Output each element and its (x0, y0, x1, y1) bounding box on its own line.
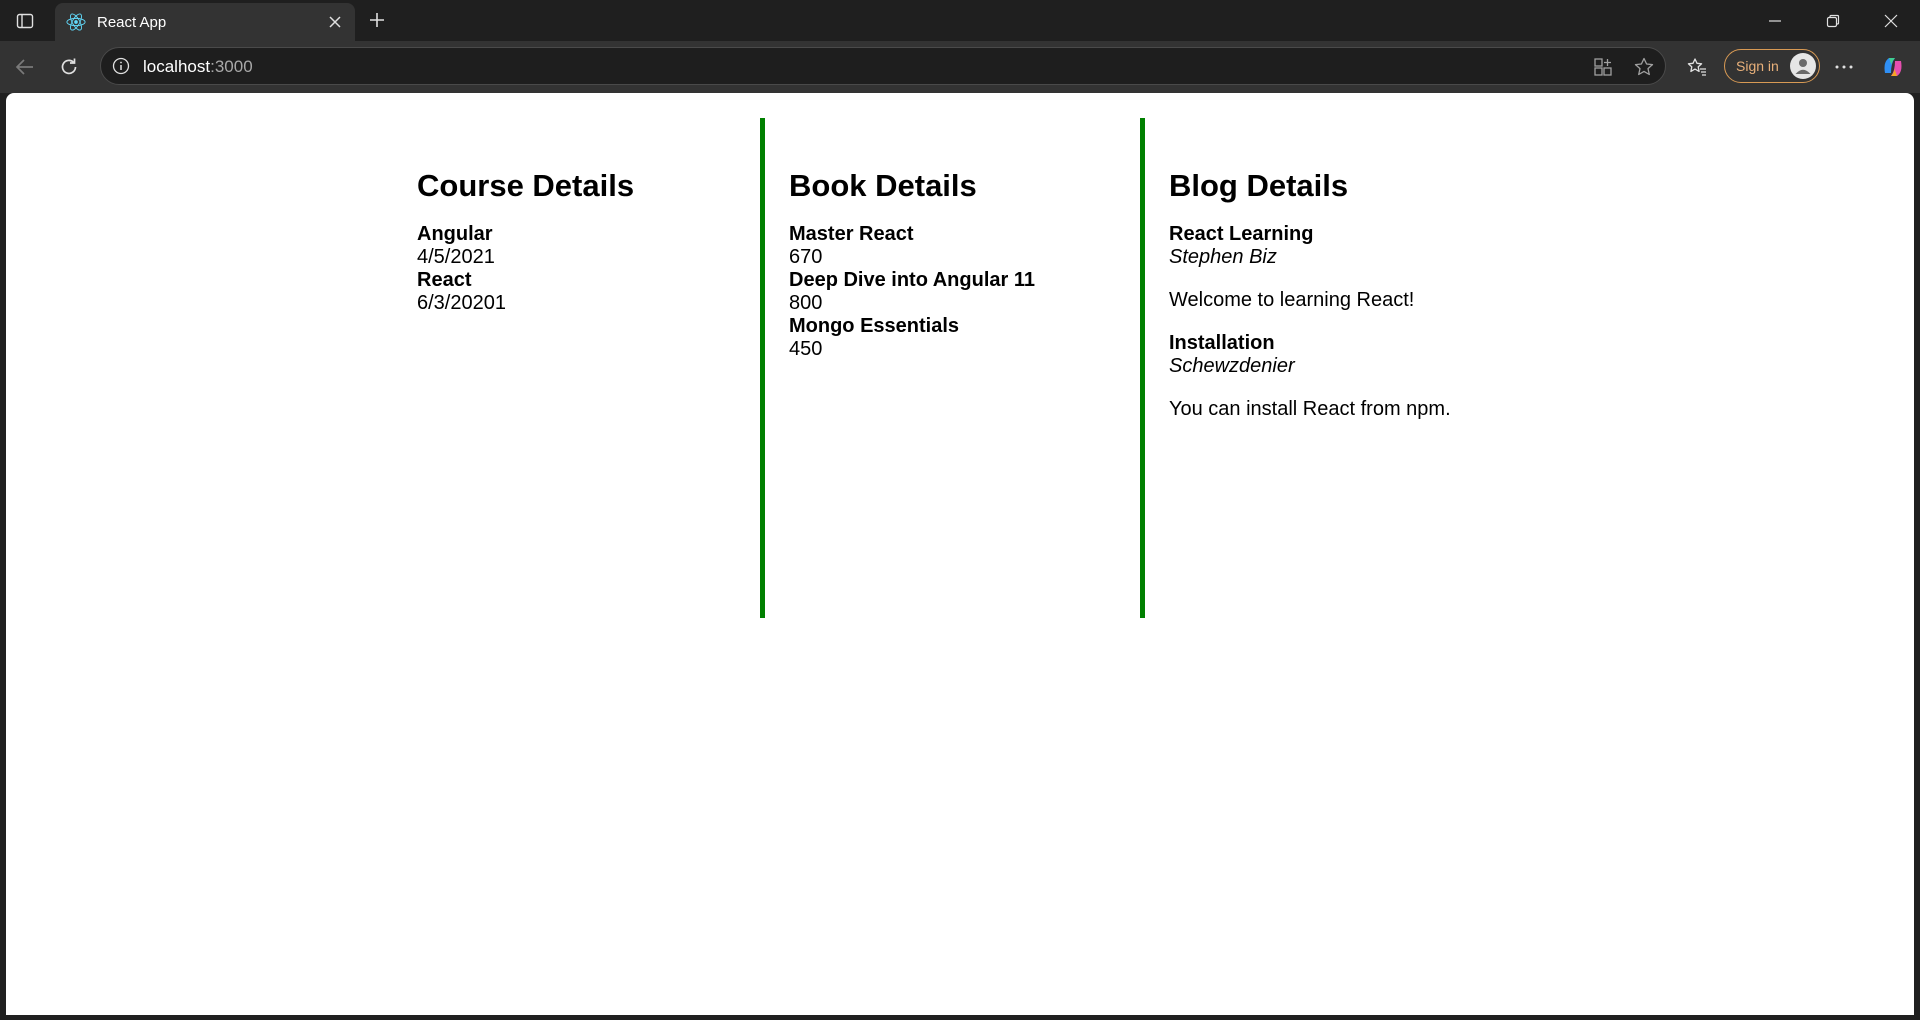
favorite-star-icon[interactable] (1633, 56, 1655, 78)
sign-in-label: Sign in (1736, 58, 1779, 74)
course-item: React 6/3/20201 (417, 269, 760, 315)
blog-details-heading: Blog Details (1169, 168, 1349, 203)
blog-item: Installation Schewzdenier You can instal… (1169, 332, 1520, 421)
tab-title: React App (97, 13, 167, 31)
react-logo-icon (65, 11, 87, 33)
close-tab-icon[interactable] (321, 8, 349, 36)
book-price: 670 (789, 246, 823, 268)
app-available-icon[interactable] (1592, 56, 1614, 78)
book-name: Deep Dive into Angular 11 (789, 269, 1035, 291)
favorites-icon[interactable] (1680, 50, 1714, 84)
url-text: localhost:3000 (143, 57, 253, 77)
book-name: Master React (789, 223, 914, 245)
details-columns: Course Details Angular 4/5/2021 React 6/… (410, 118, 1520, 618)
blog-content: Welcome to learning React! (1169, 289, 1415, 311)
book-name: Mongo Essentials (789, 315, 960, 337)
address-bar[interactable]: localhost:3000 (100, 47, 1666, 85)
site-info-icon[interactable] (112, 57, 130, 75)
course-date: 6/3/20201 (417, 292, 506, 314)
copilot-icon[interactable] (1876, 50, 1910, 84)
blog-details-section: Blog Details React Learning Stephen Biz … (1140, 118, 1520, 618)
blog-title: Installation (1169, 332, 1275, 354)
course-date: 4/5/2021 (417, 246, 495, 268)
blog-content: You can install React from npm. (1169, 398, 1451, 420)
restore-button[interactable] (1804, 0, 1862, 41)
book-details-heading: Book Details (789, 168, 977, 203)
book-item: Mongo Essentials 450 (789, 315, 1140, 361)
close-window-button[interactable] (1862, 0, 1920, 41)
course-name: React (417, 269, 472, 291)
blog-author: Schewzdenier (1169, 355, 1295, 377)
back-button[interactable] (8, 50, 42, 84)
course-details-heading: Course Details (417, 168, 635, 203)
refresh-button[interactable] (52, 50, 86, 84)
new-tab-button[interactable] (360, 5, 394, 35)
more-options-icon[interactable] (1827, 50, 1861, 84)
url-host: localhost (143, 57, 211, 76)
course-item: Angular 4/5/2021 (417, 223, 760, 269)
avatar-icon (1790, 53, 1816, 79)
page-viewport: Course Details Angular 4/5/2021 React 6/… (6, 93, 1914, 1015)
browser-tab[interactable]: React App (55, 3, 355, 41)
book-item: Deep Dive into Angular 11 800 (789, 269, 1140, 315)
blog-item: React Learning Stephen Biz Welcome to le… (1169, 223, 1520, 312)
blog-author: Stephen Biz (1169, 246, 1277, 268)
course-details-section: Course Details Angular 4/5/2021 React 6/… (410, 118, 760, 618)
browser-title-bar: React App (0, 0, 1920, 41)
sign-in-button[interactable]: Sign in (1724, 49, 1820, 83)
blog-title: React Learning (1169, 223, 1314, 245)
url-port: :3000 (210, 57, 253, 76)
tab-actions-icon[interactable] (8, 6, 42, 36)
book-item: Master React 670 (789, 223, 1140, 269)
book-details-section: Book Details Master React 670 Deep Dive … (760, 118, 1140, 618)
book-price: 450 (789, 338, 823, 360)
browser-toolbar: localhost:3000 Sign in (0, 41, 1920, 93)
book-price: 800 (789, 292, 823, 314)
minimize-button[interactable] (1746, 0, 1804, 41)
course-name: Angular (417, 223, 493, 245)
